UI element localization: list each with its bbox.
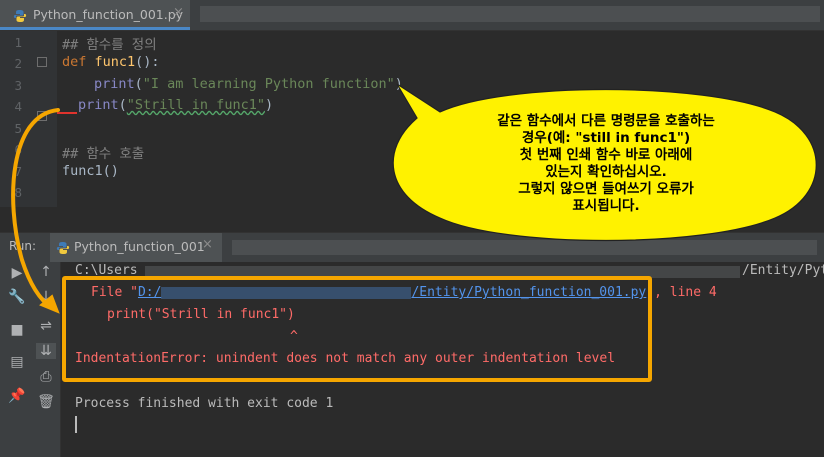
annotation-arrow bbox=[11, 108, 60, 310]
annotation-line: 있는지 확인하십시오. bbox=[545, 164, 667, 180]
annotation-line: 첫 번째 인쇄 함수 바로 아래에 bbox=[519, 147, 693, 163]
annotation-line: 그렇지 않으면 들여쓰기 오류가 bbox=[518, 181, 694, 197]
annotation-line: 같은 함수에서 다른 명령문을 호출하는 bbox=[497, 113, 715, 129]
annotation-line: 경우(예: "still in func1") bbox=[521, 130, 691, 146]
annotation-overlay bbox=[11, 83, 817, 314]
annotation-text: 같은 함수에서 다른 명령문을 호출하는 경우(예: "still in fun… bbox=[405, 113, 807, 215]
annotation-line: 표시됩니다. bbox=[572, 198, 640, 214]
